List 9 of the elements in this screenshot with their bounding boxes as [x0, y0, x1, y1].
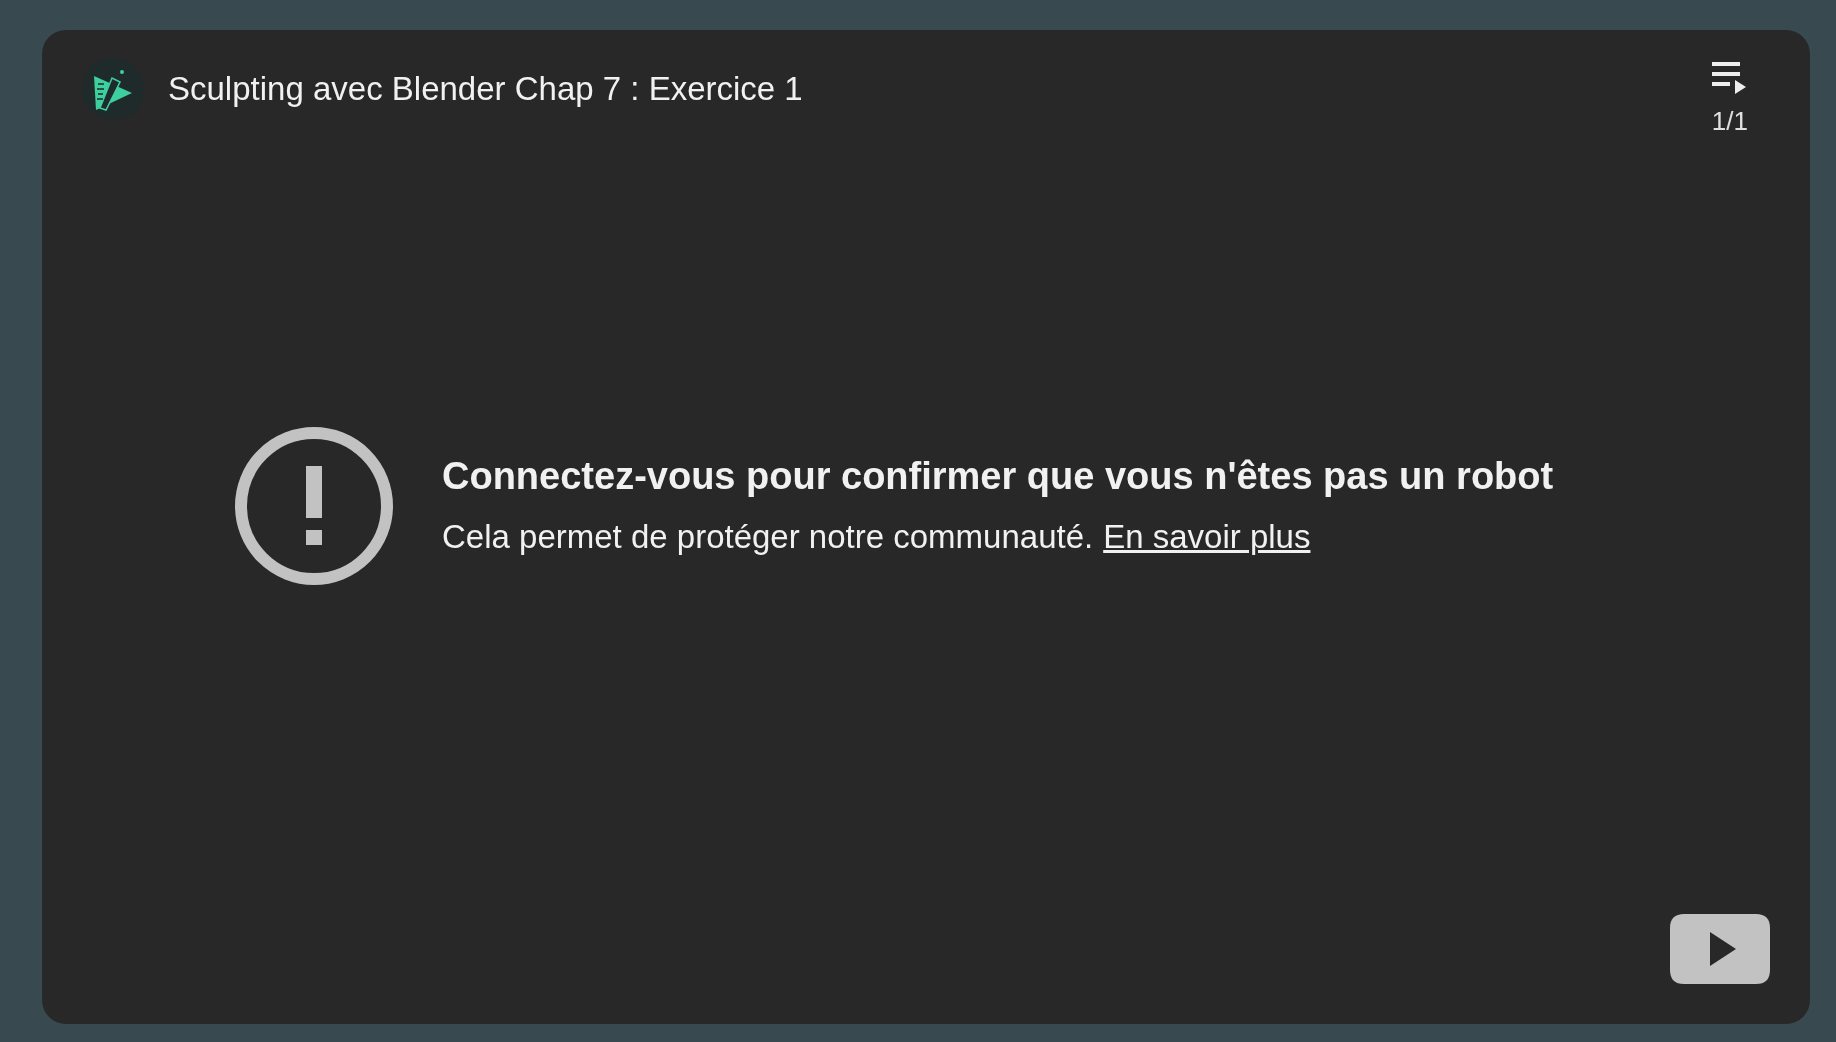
playlist-icon[interactable] — [1711, 62, 1748, 96]
learn-more-link[interactable]: En savoir plus — [1103, 518, 1311, 556]
error-description: Cela permet de protéger notre communauté. — [442, 518, 1094, 556]
error-heading: Connectez-vous pour confirmer que vous n'êtes pas un robot — [442, 455, 1554, 498]
video-title[interactable]: Sculpting avec Blender Chap 7 : Exercice 1 — [168, 70, 803, 108]
playlist-count: 1/1 — [1711, 106, 1748, 137]
play-logo-icon[interactable] — [1670, 914, 1770, 984]
warning-icon — [234, 425, 394, 586]
channel-logo-icon[interactable] — [82, 58, 144, 120]
